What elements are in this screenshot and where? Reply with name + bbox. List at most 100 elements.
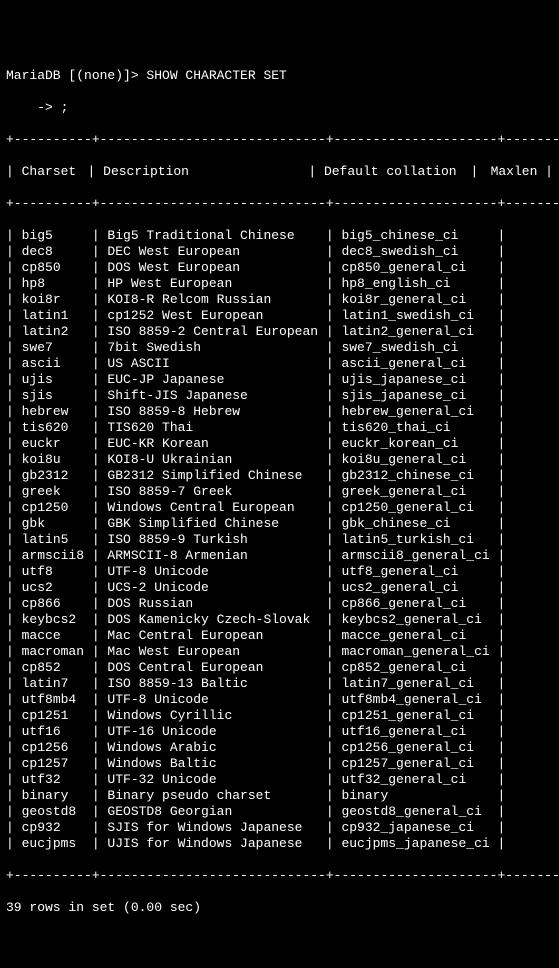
table-row: | swe7 | 7bit Swedish | swe7_swedish_ci …: [6, 340, 553, 356]
cell-collation: swe7_swedish_ci: [341, 340, 497, 356]
cell-charset: geostd8: [22, 804, 92, 820]
cell-maxlen: 1: [513, 532, 559, 548]
cell-charset: utf16: [22, 724, 92, 740]
table-row: | latin7 | ISO 8859-13 Baltic | latin7_g…: [6, 676, 553, 692]
col-header: Default collation: [324, 164, 471, 180]
cell-description: DEC West European: [107, 244, 325, 260]
cell-maxlen: 3: [513, 372, 559, 388]
cell-collation: latin7_general_ci: [341, 676, 497, 692]
cell-description: Mac West European: [107, 644, 325, 660]
cell-description: ISO 8859-7 Greek: [107, 484, 325, 500]
cell-maxlen: 1: [513, 356, 559, 372]
table-row: | cp1257 | Windows Baltic | cp1257_gener…: [6, 756, 553, 772]
cell-collation: utf8mb4_general_ci: [341, 692, 497, 708]
cell-description: EUC-JP Japanese: [107, 372, 325, 388]
table-row: | cp852 | DOS Central European | cp852_g…: [6, 660, 553, 676]
cell-charset: hebrew: [22, 404, 92, 420]
cell-description: SJIS for Windows Japanese: [107, 820, 325, 836]
cell-maxlen: 4: [513, 772, 559, 788]
table-body: | big5 | Big5 Traditional Chinese | big5…: [6, 228, 553, 852]
cell-maxlen: 3: [513, 836, 559, 852]
cell-charset: cp866: [22, 596, 92, 612]
table-row: | keybcs2 | DOS Kamenicky Czech-Slovak |…: [6, 612, 553, 628]
table-row: | koi8u | KOI8-U Ukrainian | koi8u_gener…: [6, 452, 553, 468]
cell-maxlen: 1: [513, 244, 559, 260]
cell-maxlen: 1: [513, 596, 559, 612]
cell-maxlen: 2: [513, 516, 559, 532]
table-row: | utf32 | UTF-32 Unicode | utf32_general…: [6, 772, 553, 788]
cell-maxlen: 4: [513, 724, 559, 740]
table-row: | tis620 | TIS620 Thai | tis620_thai_ci …: [6, 420, 553, 436]
cell-collation: cp852_general_ci: [341, 660, 497, 676]
col-header: Description: [103, 164, 308, 180]
cell-collation: hp8_english_ci: [341, 276, 497, 292]
cell-charset: hp8: [22, 276, 92, 292]
cell-collation: cp932_japanese_ci: [341, 820, 497, 836]
table-row: | sjis | Shift-JIS Japanese | sjis_japan…: [6, 388, 553, 404]
cell-collation: ascii_general_ci: [341, 356, 497, 372]
cell-maxlen: 1: [513, 628, 559, 644]
table-row: | geostd8 | GEOSTD8 Georgian | geostd8_g…: [6, 804, 553, 820]
table-row: | euckr | EUC-KR Korean | euckr_korean_c…: [6, 436, 553, 452]
cell-charset: koi8u: [22, 452, 92, 468]
cell-collation: cp866_general_ci: [341, 596, 497, 612]
result-footer: 39 rows in set (0.00 sec): [6, 900, 553, 916]
cell-charset: latin2: [22, 324, 92, 340]
cell-description: Big5 Traditional Chinese: [107, 228, 325, 244]
terminal-output: { "prompt_line1": "MariaDB [(none)]> SHO…: [0, 0, 559, 968]
cell-charset: eucjpms: [22, 836, 92, 852]
cell-collation: ujis_japanese_ci: [341, 372, 497, 388]
cell-collation: greek_general_ci: [341, 484, 497, 500]
cell-maxlen: 1: [513, 308, 559, 324]
cell-maxlen: 1: [513, 420, 559, 436]
cell-maxlen: 1: [513, 612, 559, 628]
table-row: | macce | Mac Central European | macce_g…: [6, 628, 553, 644]
cell-description: Binary pseudo charset: [107, 788, 325, 804]
cell-charset: sjis: [22, 388, 92, 404]
cell-collation: cp1251_general_ci: [341, 708, 497, 724]
cell-collation: ucs2_general_ci: [341, 580, 497, 596]
cell-collation: sjis_japanese_ci: [341, 388, 497, 404]
cell-maxlen: 1: [513, 708, 559, 724]
cell-description: Windows Cyrillic: [107, 708, 325, 724]
cell-collation: big5_chinese_ci: [341, 228, 497, 244]
cell-maxlen: 1: [513, 484, 559, 500]
table-row: | ascii | US ASCII | ascii_general_ci | …: [6, 356, 553, 372]
table-row: | ujis | EUC-JP Japanese | ujis_japanese…: [6, 372, 553, 388]
cell-charset: swe7: [22, 340, 92, 356]
table-row: | macroman | Mac West European | macroma…: [6, 644, 553, 660]
cell-collation: tis620_thai_ci: [341, 420, 497, 436]
cell-maxlen: 2: [513, 436, 559, 452]
cell-description: UTF-8 Unicode: [107, 564, 325, 580]
cell-charset: macroman: [22, 644, 92, 660]
cell-description: KOI8-R Relcom Russian: [107, 292, 325, 308]
table-row: | cp932 | SJIS for Windows Japanese | cp…: [6, 820, 553, 836]
table-row: | big5 | Big5 Traditional Chinese | big5…: [6, 228, 553, 244]
cell-collation: macce_general_ci: [341, 628, 497, 644]
cell-collation: cp1256_general_ci: [341, 740, 497, 756]
cell-charset: koi8r: [22, 292, 92, 308]
cell-maxlen: 1: [513, 340, 559, 356]
table-row: | cp866 | DOS Russian | cp866_general_ci…: [6, 596, 553, 612]
cell-collation: geostd8_general_ci: [341, 804, 497, 820]
table-row: | hebrew | ISO 8859-8 Hebrew | hebrew_ge…: [6, 404, 553, 420]
cell-charset: utf32: [22, 772, 92, 788]
table-row: | cp1250 | Windows Central European | cp…: [6, 500, 553, 516]
table-row: | latin1 | cp1252 West European | latin1…: [6, 308, 553, 324]
cell-description: KOI8-U Ukrainian: [107, 452, 325, 468]
cell-charset: utf8mb4: [22, 692, 92, 708]
cell-maxlen: 1: [513, 292, 559, 308]
cell-maxlen: 2: [513, 580, 559, 596]
col-header: Maxlen: [486, 164, 537, 180]
cell-description: Windows Baltic: [107, 756, 325, 772]
cell-collation: dec8_swedish_ci: [341, 244, 497, 260]
cell-charset: cp850: [22, 260, 92, 276]
table-row: | armscii8 | ARMSCII-8 Armenian | armsci…: [6, 548, 553, 564]
cell-collation: gb2312_chinese_ci: [341, 468, 497, 484]
cell-charset: big5: [22, 228, 92, 244]
cell-collation: utf32_general_ci: [341, 772, 497, 788]
cell-charset: ucs2: [22, 580, 92, 596]
cell-charset: cp932: [22, 820, 92, 836]
cell-collation: koi8u_general_ci: [341, 452, 497, 468]
cell-description: ISO 8859-9 Turkish: [107, 532, 325, 548]
